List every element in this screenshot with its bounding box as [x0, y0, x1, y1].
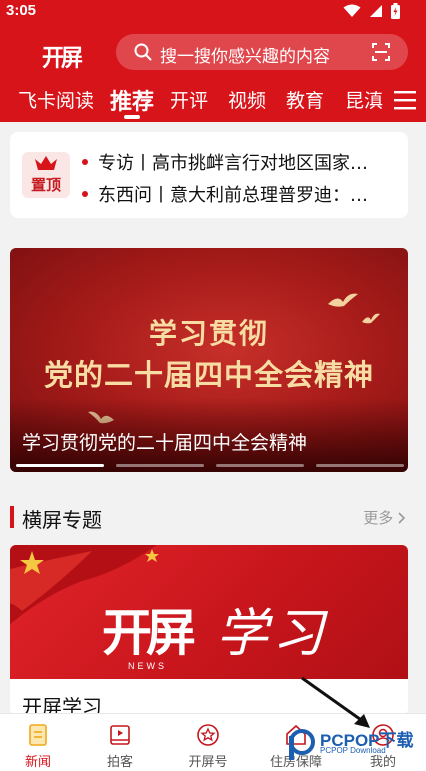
- status-bar: 3:05: [0, 0, 426, 24]
- channel-tabs: 飞卡阅读 推荐 开评 视频 教育 昆滇: [0, 80, 384, 120]
- search-bar[interactable]: 搜一搜你感兴趣的内容: [116, 34, 408, 70]
- dove-icon: [328, 293, 358, 307]
- pinned-badge: 置顶: [22, 152, 70, 198]
- crown-icon: [35, 156, 57, 170]
- tab-feika-reading[interactable]: 飞卡阅读: [18, 86, 94, 113]
- video-icon: [110, 725, 130, 745]
- carousel-dot[interactable]: [116, 464, 204, 467]
- carousel-indicators: [16, 464, 404, 468]
- watermark-logo-icon: [289, 729, 315, 760]
- signal-icon: [370, 5, 382, 17]
- pinned-news-title: 专访丨高市挑衅言行对地区国家…: [98, 153, 368, 174]
- chevron-right-icon: [398, 512, 406, 524]
- active-tab-indicator: [124, 115, 140, 119]
- battery-icon: [391, 3, 400, 19]
- more-link[interactable]: 更多: [363, 507, 406, 528]
- star-badge-icon: [197, 724, 219, 746]
- feature-news-label: NEWS: [128, 661, 167, 671]
- section-accent-bar: [10, 506, 14, 528]
- pointer-arrow-icon: [301, 676, 370, 728]
- feature-title: 开屏学习: [22, 695, 102, 715]
- carousel-dot[interactable]: [216, 464, 304, 467]
- wifi-icon: [343, 4, 361, 17]
- feature-image: 开屏 NEWS 学习: [10, 545, 408, 679]
- status-icons: [343, 3, 400, 19]
- app-logo[interactable]: 开屏: [42, 39, 83, 73]
- banner-caption: 学习贯彻党的二十届四中全会精神: [22, 432, 308, 454]
- watermark: PCPOP下载 PCPOP Download: [286, 724, 426, 768]
- tab-kundian[interactable]: 昆滇: [345, 86, 383, 113]
- feature-study-calligraphy: 学习: [216, 604, 329, 664]
- nav-label: 开屏号: [188, 755, 228, 770]
- tab-recommend[interactable]: 推荐: [110, 84, 154, 116]
- nav-label: 新闻: [24, 755, 51, 770]
- scan-icon[interactable]: [372, 43, 390, 61]
- section-title: 横屏专题: [22, 508, 102, 532]
- tab-education[interactable]: 教育: [286, 86, 324, 113]
- pinned-badge-label: 置顶: [30, 176, 61, 194]
- pinned-news-item[interactable]: 专访丨高市挑衅言行对地区国家…: [82, 149, 396, 175]
- pinned-news-card: 置顶 专访丨高市挑衅言行对地区国家… 东西问丨意大利前总理普罗迪：…: [10, 132, 408, 218]
- bullet-dot: [82, 159, 88, 165]
- watermark-subtext: PCPOP Download: [320, 746, 386, 755]
- nav-label: 拍客: [106, 755, 133, 770]
- more-label: 更多: [363, 509, 394, 527]
- pinned-news-item[interactable]: 东西问丨意大利前总理普罗迪：…: [82, 181, 396, 207]
- app-header: 3:05 开屏 搜一搜你感兴趣的内容 飞卡阅读 推荐 开评 视频 教育 昆滇: [0, 0, 426, 122]
- menu-icon[interactable]: [394, 90, 416, 110]
- tab-video[interactable]: 视频: [228, 86, 266, 113]
- tab-kaiping-review[interactable]: 开评: [170, 86, 208, 113]
- feature-logo: 开屏: [102, 603, 196, 662]
- banner-headline-2: 党的二十届四中全会精神: [43, 358, 374, 392]
- nav-paike[interactable]: 拍客: [82, 714, 158, 771]
- carousel-dot[interactable]: [16, 464, 104, 467]
- banner-carousel[interactable]: 学习贯彻 党的二十届四中全会精神 学习贯彻党的二十届四中全会精神: [10, 248, 408, 472]
- nav-news[interactable]: 新闻: [0, 714, 76, 771]
- news-icon: [29, 724, 47, 746]
- search-icon: [134, 43, 152, 61]
- status-time: 3:05: [6, 2, 37, 19]
- bullet-dot: [82, 191, 88, 197]
- carousel-dot[interactable]: [316, 464, 404, 467]
- search-placeholder: 搜一搜你感兴趣的内容: [160, 47, 330, 67]
- nav-kaiping-hao[interactable]: 开屏号: [170, 714, 246, 771]
- pinned-news-title: 东西问丨意大利前总理普罗迪：…: [98, 185, 368, 206]
- banner-headline-1: 学习贯彻: [148, 317, 269, 350]
